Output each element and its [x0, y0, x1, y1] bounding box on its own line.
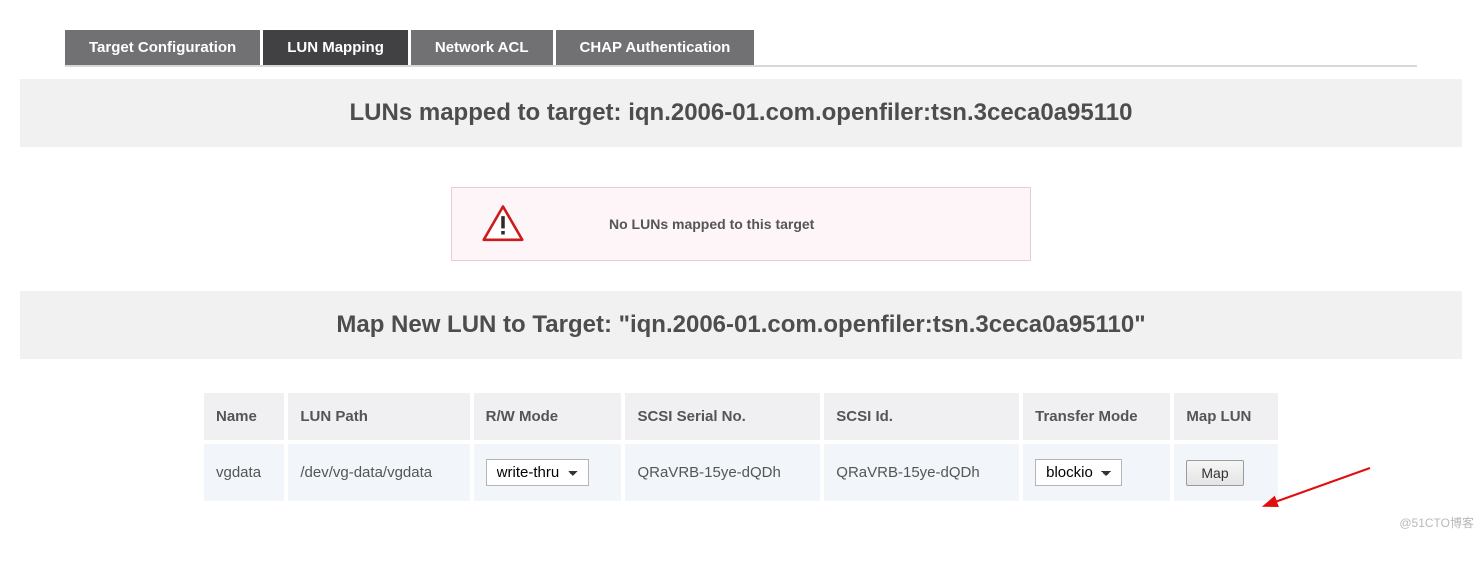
col-scsi-serial: SCSI Serial No.: [625, 393, 820, 440]
tab-chap-authentication[interactable]: CHAP Authentication: [556, 30, 755, 65]
transfer-mode-select[interactable]: blockio: [1035, 459, 1122, 486]
table-header-row: Name LUN Path R/W Mode SCSI Serial No. S…: [204, 393, 1278, 440]
cell-name: vgdata: [204, 444, 284, 501]
cell-rw-mode: write-thru: [474, 444, 622, 501]
notice-text: No LUNs mapped to this target: [609, 216, 814, 232]
tabs-container: Target Configuration LUN Mapping Network…: [65, 30, 1417, 67]
col-map-lun: Map LUN: [1174, 393, 1278, 440]
col-rw-mode: R/W Mode: [474, 393, 622, 440]
col-transfer-mode: Transfer Mode: [1023, 393, 1170, 440]
tab-underline: [65, 65, 1417, 67]
rw-mode-select[interactable]: write-thru: [486, 459, 589, 486]
map-button[interactable]: Map: [1186, 460, 1243, 486]
tab-network-acl[interactable]: Network ACL: [411, 30, 553, 65]
col-lun-path: LUN Path: [288, 393, 469, 440]
lun-table: Name LUN Path R/W Mode SCSI Serial No. S…: [200, 389, 1282, 505]
cell-map-lun: Map: [1174, 444, 1278, 501]
luns-mapped-header: LUNs mapped to target: iqn.2006-01.com.o…: [20, 79, 1462, 147]
warning-icon: [482, 203, 524, 245]
notice-box: No LUNs mapped to this target: [451, 187, 1031, 261]
cell-scsi-serial: QRaVRB-15ye-dQDh: [625, 444, 820, 501]
cell-lun-path: /dev/vg-data/vgdata: [288, 444, 469, 501]
col-name: Name: [204, 393, 284, 440]
table-row: vgdata /dev/vg-data/vgdata write-thru QR…: [204, 444, 1278, 501]
watermark: @51CTO博客: [1399, 514, 1474, 531]
col-scsi-id: SCSI Id.: [824, 393, 1019, 440]
tabs-bar: Target Configuration LUN Mapping Network…: [65, 30, 1417, 65]
map-new-lun-header: Map New LUN to Target: "iqn.2006-01.com.…: [20, 291, 1462, 359]
tab-target-configuration[interactable]: Target Configuration: [65, 30, 260, 65]
cell-transfer-mode: blockio: [1023, 444, 1170, 501]
cell-scsi-id: QRaVRB-15ye-dQDh: [824, 444, 1019, 501]
tab-lun-mapping[interactable]: LUN Mapping: [263, 30, 408, 65]
lun-table-container: Name LUN Path R/W Mode SCSI Serial No. S…: [200, 389, 1282, 505]
